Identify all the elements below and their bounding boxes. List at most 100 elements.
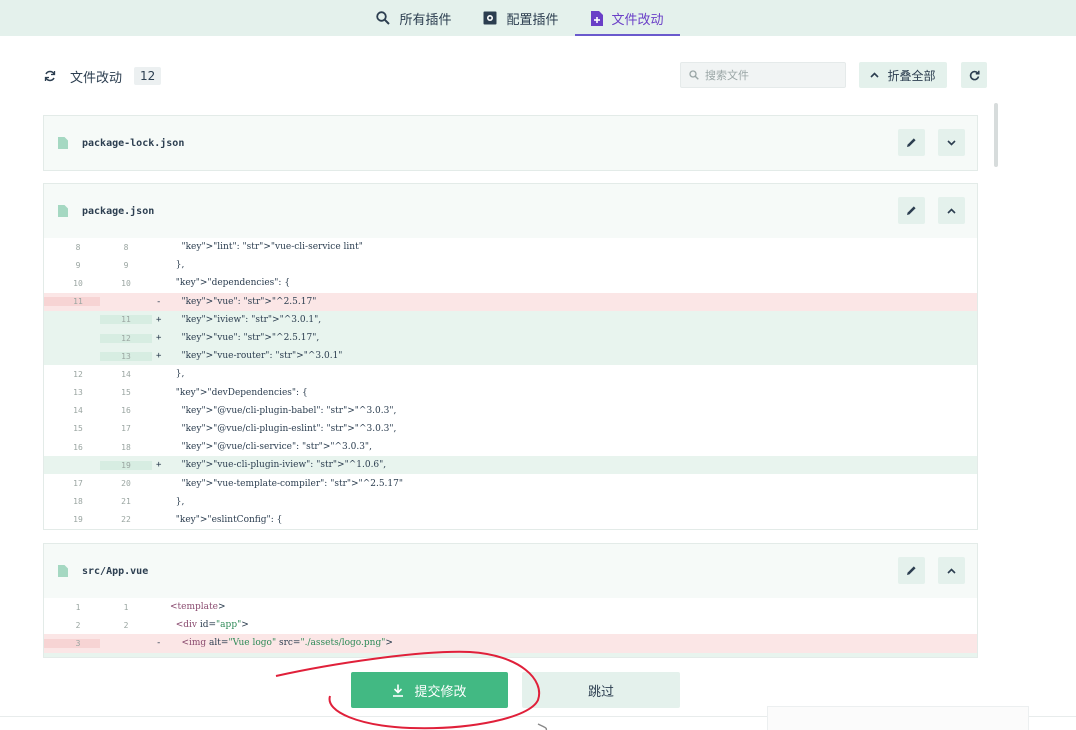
refresh-button[interactable] xyxy=(961,62,987,88)
file-plus-icon xyxy=(590,10,603,26)
old-line-number: 15 xyxy=(73,424,83,434)
chevron-up-icon xyxy=(947,567,956,574)
old-line-number: 17 xyxy=(73,479,83,489)
new-line-number: 14 xyxy=(121,369,131,379)
diff-line: 18 21 }, xyxy=(44,493,977,511)
old-line-number: 19 xyxy=(73,515,83,525)
code-text: }, xyxy=(170,260,185,271)
code-text: "key">"vue-template-compiler": "str">"^2… xyxy=(181,478,404,489)
skip-label: 跳过 xyxy=(587,684,614,700)
diff-line: 8 8 "key">"lint": "str">"vue-cli-service … xyxy=(44,238,977,256)
code-text: "key">"@vue/cli-plugin-babel": "str">"^3… xyxy=(181,405,397,416)
collapse-file-button[interactable] xyxy=(938,557,965,584)
search-input[interactable] xyxy=(705,68,835,82)
submit-changes-button[interactable]: 提交修改 xyxy=(351,672,508,708)
diff-sign: + xyxy=(156,351,162,362)
edit-file-button[interactable] xyxy=(898,197,925,224)
new-line-number: 18 xyxy=(121,442,131,452)
diff-line: 19 22 "key">"eslintConfig": { xyxy=(44,511,977,529)
chevron-up-icon xyxy=(947,207,956,214)
diff-view: 1 1 <template> 2 2 <div id="app"> 3 - <img alt… xyxy=(44,598,977,657)
page-title: 文件改动 xyxy=(70,70,123,86)
new-line-number: 17 xyxy=(121,424,131,434)
diff-line: 12 14 }, xyxy=(44,365,977,383)
code-text: <div id="app"> xyxy=(175,620,249,631)
new-line-number: 19 xyxy=(100,460,152,470)
file-panel: package.json 8 8 "key">"lint": "str">"vue… xyxy=(43,183,978,530)
diff-line: 13 + "key">"vue-router": "str">"^3.0.1" xyxy=(44,347,977,366)
diff-line: 3 - <img alt="Vue logo" src="./assets/log… xyxy=(44,634,977,653)
diff-line: 1 1 <template> xyxy=(44,598,977,616)
collapse-all-button[interactable]: 折叠全部 xyxy=(859,62,947,88)
code-text: }, xyxy=(170,496,185,507)
code-text: }, xyxy=(170,369,185,380)
new-line-number: 12 xyxy=(100,333,152,343)
diff-line: 19 + "key">"vue-cli-plugin-iview": "str">… xyxy=(44,456,977,475)
diff-sign: + xyxy=(156,333,162,344)
old-line-number: 2 xyxy=(75,620,81,630)
file-icon xyxy=(58,137,68,149)
chevron-up-icon xyxy=(870,72,880,78)
new-line-number: 1 xyxy=(123,602,129,612)
tab-all-plugins[interactable]: 所有插件 xyxy=(360,0,467,36)
old-line-number: 14 xyxy=(73,406,83,416)
old-line-number: 16 xyxy=(73,442,83,452)
chevron-down-icon xyxy=(947,139,956,146)
expand-file-button[interactable] xyxy=(938,129,965,156)
collapse-file-button[interactable] xyxy=(938,197,965,224)
refresh-icon xyxy=(969,70,980,80)
new-line-number: 13 xyxy=(100,351,152,361)
old-line-number: 9 xyxy=(75,260,81,270)
new-line-number: 8 xyxy=(123,242,129,252)
top-nav: 所有插件 配置插件 文件改动 xyxy=(0,0,1076,36)
diff-sign: - xyxy=(156,296,162,307)
new-line-number: 9 xyxy=(123,260,129,270)
tab-file-changes[interactable]: 文件改动 xyxy=(574,0,680,36)
new-line-number: 2 xyxy=(123,620,129,630)
tab-label: 文件改动 xyxy=(611,12,664,28)
tab-bar: 所有插件 配置插件 文件改动 xyxy=(360,0,680,36)
diff-sign: - xyxy=(156,638,162,649)
old-line-number: 11 xyxy=(44,297,100,307)
new-line-number: 16 xyxy=(121,406,131,416)
code-text: "key">"iview": "str">"^3.0.1", xyxy=(181,314,322,325)
app-root: 所有插件 配置插件 文件改动 文件改动 12 搜索文件 折叠全部 package… xyxy=(0,0,1076,730)
tab-configure-plugins[interactable]: 配置插件 xyxy=(467,0,574,36)
old-line-number: 12 xyxy=(73,369,83,379)
diff-line: 11 + "key">"iview": "str">"^3.0.1", xyxy=(44,310,977,329)
old-line-number: 3 xyxy=(44,638,100,648)
file-header[interactable]: src/App.vue xyxy=(44,544,977,598)
file-header[interactable]: package.json xyxy=(44,184,977,238)
diff-line: 12 + "key">"vue": "str">"^2.5.17", xyxy=(44,328,977,348)
changes-header: 文件改动 12 xyxy=(44,64,162,88)
file-panel: src/App.vue 1 1 <template> 2 2 <div id="app"… xyxy=(43,543,978,658)
edit-file-button[interactable] xyxy=(898,129,925,156)
code-text: "key">"dependencies": { xyxy=(175,278,291,289)
file-name: src/App.vue xyxy=(82,565,149,577)
new-line-number: 11 xyxy=(100,315,152,325)
old-line-number: 10 xyxy=(73,278,83,288)
submit-label: 提交修改 xyxy=(414,684,467,700)
search-field[interactable] xyxy=(680,62,846,88)
diff-line: 15 17 "key">"@vue/cli-plugin-eslint": "st… xyxy=(44,420,977,438)
pencil-icon xyxy=(907,138,916,147)
skip-button[interactable]: 跳过 xyxy=(522,672,680,708)
pencil-icon xyxy=(907,206,916,215)
file-name: package-lock.json xyxy=(82,137,185,149)
scrollbar-thumb[interactable] xyxy=(994,103,998,167)
file-panel: package-lock.json xyxy=(43,115,978,171)
old-line-number: 13 xyxy=(73,388,83,398)
new-line-number: 15 xyxy=(121,388,131,398)
code-text: "key">"@vue/cli-plugin-eslint": "str">"^… xyxy=(181,423,397,434)
diff-view: 8 8 "key">"lint": "str">"vue-cli-service … xyxy=(44,238,977,529)
file-name: package.json xyxy=(82,205,155,217)
diff-sign: + xyxy=(156,460,162,471)
file-header[interactable]: package-lock.json xyxy=(44,116,977,170)
diff-line: 17 20 "key">"vue-template-compiler": "str… xyxy=(44,474,977,492)
download-icon xyxy=(393,684,404,697)
diff-line xyxy=(44,652,977,657)
old-line-number: 18 xyxy=(73,497,83,507)
edit-file-button[interactable] xyxy=(898,557,925,584)
change-count-badge: 12 xyxy=(134,67,162,85)
code-text: "key">"vue-cli-plugin-iview": "str">"^1.… xyxy=(181,460,387,471)
